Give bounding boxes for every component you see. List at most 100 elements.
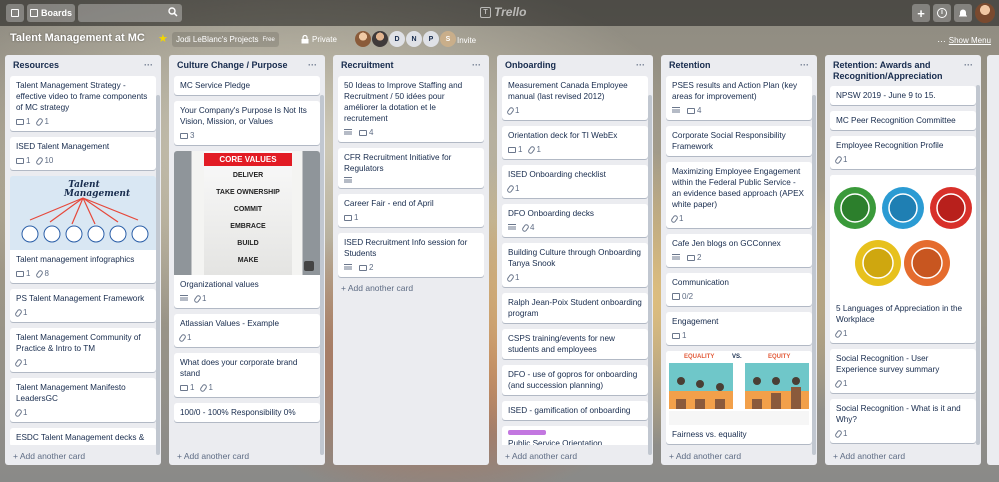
card[interactable]: Building Culture through Onboarding Tany… (502, 243, 648, 287)
member-avatar[interactable]: P (423, 31, 439, 47)
card[interactable]: MC Peer Recognition Committee (830, 111, 976, 130)
create-button[interactable]: + (912, 4, 930, 22)
list-menu-icon[interactable]: ··· (472, 60, 481, 70)
visibility-button[interactable]: Private (301, 32, 337, 47)
core-value-word: BUILD (237, 240, 259, 247)
card[interactable]: Engagement 1 (666, 312, 812, 345)
list-header[interactable]: Recruitment ··· (333, 55, 489, 75)
search-input[interactable] (78, 4, 182, 22)
list-title[interactable]: Retention (669, 60, 800, 71)
card[interactable]: Maximizing Employee Engagement within th… (666, 162, 812, 228)
list-menu-icon[interactable]: ··· (964, 60, 973, 70)
card[interactable]: 50 Ideas to Improve Staffing and Recruit… (338, 76, 484, 142)
list-menu-icon[interactable]: ··· (144, 60, 153, 70)
member-avatar[interactable]: D (389, 31, 405, 47)
list-header[interactable]: Culture Change / Purpose ··· (169, 55, 325, 75)
card[interactable]: Corporate Social Responsibility Framewor… (666, 126, 812, 156)
board-title[interactable]: Talent Management at MC (10, 32, 145, 44)
card[interactable]: PS Talent Management Framework 1 (10, 289, 156, 322)
card[interactable]: Cafe Jen blogs on GCConnex 2 (666, 234, 812, 267)
card[interactable]: ISED Recruitment Info session for Studen… (338, 233, 484, 277)
list-title[interactable]: Resources (13, 60, 144, 71)
add-card-button[interactable]: + Add another card (177, 451, 249, 461)
member-avatar[interactable] (355, 31, 371, 47)
card[interactable]: Talent Management Strategy - effective v… (10, 76, 156, 131)
card[interactable]: ISED Onboarding checklist 1 (502, 165, 648, 198)
card[interactable]: What does your corporate brand stand 1 1 (174, 353, 320, 397)
list-title[interactable]: Onboarding (505, 60, 636, 71)
card[interactable]: Social Recognition - User Experience sur… (830, 349, 976, 393)
card[interactable]: MC Service Pledge (174, 76, 320, 95)
invite-button[interactable]: Invite (457, 36, 476, 45)
list-header[interactable]: Retention ··· (661, 55, 817, 75)
add-card-button[interactable]: + Add another card (338, 283, 484, 299)
card[interactable]: Talent Management Talent management infog… (10, 176, 156, 283)
card[interactable]: Social Recognition - What is it and Why?… (830, 399, 976, 443)
list-header[interactable]: Retention: Awards and Recognition/Apprec… (825, 55, 981, 85)
trello-logo[interactable]: T Trello (480, 5, 526, 19)
list-scrollbar[interactable] (812, 95, 816, 455)
info-button[interactable]: i (933, 4, 951, 22)
card[interactable]: Communication 0/2 (666, 273, 812, 306)
list-menu-icon[interactable]: ··· (308, 60, 317, 70)
card[interactable]: DFO - use of gopros for onboarding (and … (502, 365, 648, 395)
card[interactable]: Atlassian Values - Example 1 (174, 314, 320, 347)
star-icon[interactable]: ★ (158, 32, 168, 45)
card[interactable]: Ralph Jean-Poix Student onboarding progr… (502, 293, 648, 323)
badge-count: 1 (515, 106, 520, 115)
show-menu-button[interactable]: Show Menu (949, 36, 991, 45)
list-scrollbar[interactable] (648, 95, 652, 455)
list-title[interactable]: Recruitment (341, 60, 472, 71)
comment-icon (687, 107, 695, 114)
card[interactable]: PSES results and Action Plan (key areas … (666, 76, 812, 120)
card[interactable]: Employee Recognition Profile 1 (830, 136, 976, 169)
list-menu-icon[interactable]: ··· (636, 60, 645, 70)
expand-icon[interactable] (304, 261, 314, 271)
card[interactable]: Orientation deck for TI WebEx 1 1 (502, 126, 648, 159)
card[interactable]: NPSW 2019 - June 9 to 15. (830, 86, 976, 105)
attachment-icon (199, 382, 209, 393)
card[interactable]: Public Service Orientation (502, 426, 648, 445)
add-card-button[interactable]: + Add another card (505, 451, 577, 461)
card[interactable]: CSPS training/events for new students an… (502, 329, 648, 359)
card[interactable]: 5 Languages of Appreciation in the Workp… (830, 175, 976, 343)
team-button[interactable]: Jodi LeBlanc's Projects Free (172, 32, 279, 47)
card[interactable]: ESDC Talent Management decks & (10, 428, 156, 445)
attachment-icon (506, 272, 515, 283)
list-scrollbar[interactable] (320, 95, 324, 455)
add-card-button[interactable]: + Add another card (833, 451, 905, 461)
add-card-button[interactable]: + Add another card (13, 451, 85, 461)
attachment-icon (35, 116, 45, 127)
card[interactable]: CORE VALUES DELIVER TAKE OWNERSHIP COMMIT EM… (174, 151, 320, 308)
attachment-icon (14, 407, 23, 418)
member-avatar[interactable] (372, 31, 388, 47)
card[interactable]: DFO Onboarding decks 4 (502, 204, 648, 237)
board-more-icon[interactable]: … (937, 34, 946, 44)
card[interactable]: Measurement Canada Employee manual (last… (502, 76, 648, 120)
member-avatar[interactable]: N (406, 31, 422, 47)
boards-button[interactable]: Boards (27, 4, 75, 22)
list-scrollbar[interactable] (976, 85, 980, 445)
card[interactable]: ISED - gamification of onboarding (502, 401, 648, 420)
card[interactable]: Talent Management Community of Practice … (10, 328, 156, 372)
list-header[interactable]: Resources ··· (5, 55, 161, 75)
list-header[interactable]: Onboarding ··· (497, 55, 653, 75)
card-title: 50 Ideas to Improve Staffing and Recruit… (344, 81, 463, 123)
list-scrollbar[interactable] (156, 95, 160, 455)
top-navigation-bar: Boards T Trello + i (0, 0, 999, 26)
card[interactable]: ISED Talent Management 1 10 (10, 137, 156, 170)
card[interactable]: EQUALITY VS. EQUITY Fairness vs. equality (666, 351, 812, 444)
member-avatar[interactable]: S (440, 31, 456, 47)
card[interactable]: 100/0 - 100% Responsibility 0% (174, 403, 320, 422)
notifications-button[interactable] (954, 4, 972, 22)
card[interactable]: Your Company's Purpose Is Not Its Vision… (174, 101, 320, 145)
card[interactable]: Talent Management Manifesto LeadersGC 1 (10, 378, 156, 422)
user-avatar[interactable] (975, 3, 995, 23)
add-card-button[interactable]: + Add another card (669, 451, 741, 461)
home-button[interactable] (6, 4, 24, 22)
list-title[interactable]: Culture Change / Purpose (177, 60, 308, 71)
card[interactable]: Career Fair - end of April 1 (338, 194, 484, 227)
list-title[interactable]: Retention: Awards and Recognition/Apprec… (833, 60, 964, 82)
card[interactable]: CFR Recruitment Initiative for Regulator… (338, 148, 484, 188)
list-menu-icon[interactable]: ··· (800, 60, 809, 70)
